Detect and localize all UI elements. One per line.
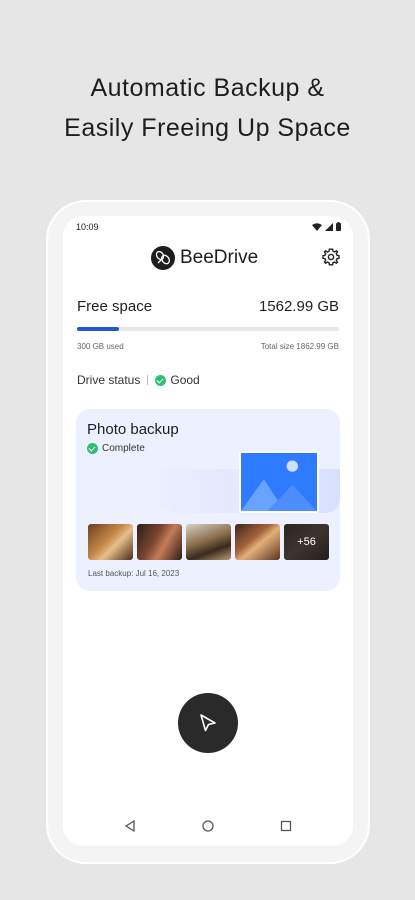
battery-icon <box>336 222 341 231</box>
image-illustration-icon <box>239 451 319 513</box>
last-backup-text: Last backup: Jul 16, 2023 <box>88 569 180 578</box>
signal-icon <box>325 222 333 231</box>
more-photos-thumbnail[interactable]: +56 <box>284 524 329 560</box>
drive-status-label: Drive status <box>77 373 141 387</box>
photo-backup-card[interactable]: Photo backup Complete +56 Last backup: J… <box>76 409 340 591</box>
drive-status-value: Good <box>170 373 200 387</box>
status-icons <box>312 222 341 231</box>
promo-line-2: Easily Freeing Up Space <box>64 114 351 142</box>
divider <box>147 375 149 385</box>
cursor-arrow-icon <box>200 714 216 732</box>
app-screen: 10:09 BeeDrive Free space 1562.99 GB 300… <box>63 216 353 846</box>
beedrive-logo-icon <box>151 246 175 270</box>
free-space-row: Free space 1562.99 GB <box>77 298 339 318</box>
check-circle-icon <box>87 443 98 454</box>
storage-progress-bar <box>77 327 339 331</box>
free-space-label: Free space <box>77 298 153 315</box>
used-space-text: 300 GB used <box>77 342 124 351</box>
photo-thumbnail[interactable] <box>137 524 182 560</box>
photo-thumbnail[interactable] <box>235 524 280 560</box>
drive-status: Drive status Good <box>77 373 200 387</box>
photo-backup-status: Complete <box>87 443 145 454</box>
promo-headline: Automatic Backup & Easily Freeing Up Spa… <box>0 68 415 148</box>
photo-backup-title: Photo backup <box>87 421 179 438</box>
more-photos-count: +56 <box>284 524 329 560</box>
total-size-text: Total size 1862.99 GB <box>260 342 339 351</box>
status-time: 10:09 <box>76 222 99 232</box>
free-space-value: 1562.99 GB <box>258 298 339 315</box>
storage-progress-fill <box>77 327 119 331</box>
brand-name: BeeDrive <box>180 247 259 268</box>
back-triangle-icon[interactable] <box>123 819 137 833</box>
home-circle-icon[interactable] <box>201 819 215 833</box>
system-nav-bar <box>63 814 353 838</box>
photo-backup-status-text: Complete <box>102 443 145 454</box>
check-circle-icon <box>155 374 167 386</box>
recents-square-icon[interactable] <box>279 819 293 833</box>
brand: BeeDrive <box>151 246 258 270</box>
photo-thumbnail[interactable] <box>186 524 231 560</box>
wifi-icon <box>312 222 322 231</box>
cursor-fab-button[interactable] <box>178 693 238 753</box>
photo-thumbnails: +56 <box>88 524 329 560</box>
gear-icon[interactable] <box>321 247 341 267</box>
app-header: BeeDrive <box>63 242 353 274</box>
promo-line-1: Automatic Backup & <box>90 74 325 102</box>
photo-thumbnail[interactable] <box>88 524 133 560</box>
status-bar: 10:09 <box>63 216 353 238</box>
